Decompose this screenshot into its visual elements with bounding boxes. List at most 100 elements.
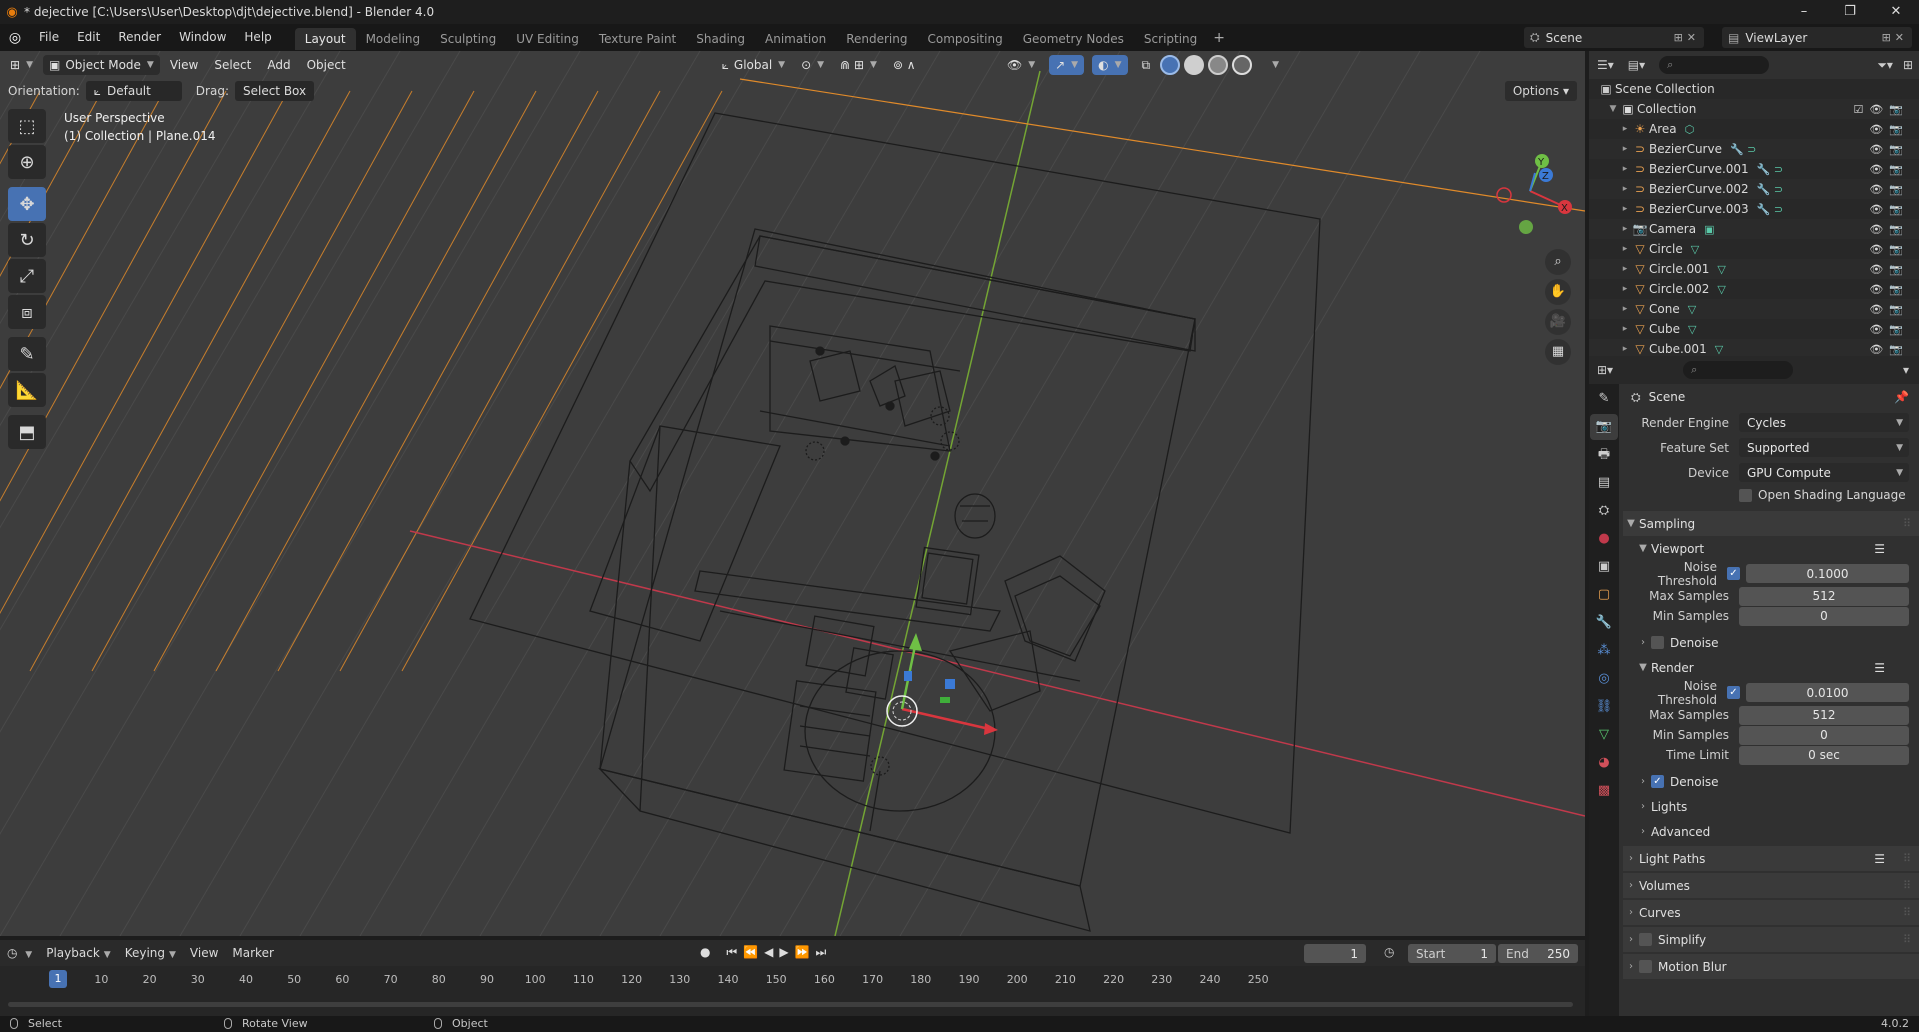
properties-search-input[interactable]: ⌕: [1683, 361, 1794, 379]
collapse-arrow-icon[interactable]: ▼: [1607, 104, 1619, 114]
texture-tab-icon[interactable]: ▩: [1590, 778, 1618, 804]
expand-arrow-icon[interactable]: ▸: [1619, 204, 1631, 214]
render-max-samples-field[interactable]: 512: [1739, 705, 1909, 725]
outliner-item[interactable]: ▸ ▽ Cone ▽ 👁📷: [1589, 299, 1919, 319]
workspace-tab-modeling[interactable]: Modeling: [356, 28, 431, 50]
motion-blur-panel-header[interactable]: › Motion Blur: [1623, 954, 1919, 979]
visibility-toggles[interactable]: 👁📷: [1869, 243, 1909, 256]
outliner-editor-icon[interactable]: ☰▾: [1597, 58, 1614, 72]
visibility-icon[interactable]: 👁 ▼: [1001, 55, 1041, 75]
modifier-tab-icon[interactable]: 🔧: [1590, 610, 1618, 636]
object-tab-icon[interactable]: ▢: [1590, 582, 1618, 608]
outliner-item[interactable]: ▸ ☀ Area ⬡ 👁📷: [1589, 119, 1919, 139]
3d-viewport[interactable]: X Y Z ⊞ ▼ ▣ Object Mode ▼ View Select Add…: [0, 51, 1585, 936]
add-cube-tool-icon[interactable]: ⬒: [8, 415, 46, 449]
motion-blur-checkbox[interactable]: [1639, 960, 1652, 973]
proportional-editing-icon[interactable]: ⊚ ∧: [887, 55, 922, 75]
render-min-samples-field[interactable]: 0: [1739, 725, 1909, 745]
playhead[interactable]: 1: [49, 970, 67, 988]
osl-checkbox[interactable]: [1739, 488, 1752, 502]
display-mode-icon[interactable]: ▤▾: [1628, 58, 1645, 72]
expand-arrow-icon[interactable]: ▸: [1619, 264, 1631, 274]
end-frame-field[interactable]: End 250: [1498, 944, 1578, 963]
properties-options-icon[interactable]: ▾: [1903, 363, 1909, 377]
workspace-tab-texture-paint[interactable]: Texture Paint: [589, 28, 686, 50]
transform-orientation-selector[interactable]: ⟀ Global ▼: [716, 55, 791, 75]
scene-collection-row[interactable]: ▣ Scene Collection: [1589, 79, 1919, 99]
render-subpanel-header[interactable]: ▼ Render ☰: [1623, 655, 1919, 680]
menu-marker[interactable]: Marker: [225, 946, 280, 960]
visibility-toggles[interactable]: 👁📷: [1869, 123, 1909, 136]
light-paths-drag-icon[interactable]: ⠿: [1903, 852, 1911, 865]
material-shading-icon[interactable]: [1208, 55, 1229, 75]
visibility-toggles[interactable]: 👁📷: [1869, 143, 1909, 156]
world-tab-icon[interactable]: ●: [1590, 526, 1618, 552]
current-frame-field[interactable]: 1: [1304, 944, 1366, 963]
menu-render[interactable]: Render: [109, 24, 170, 51]
next-keyframe-icon[interactable]: ⏩: [795, 945, 816, 959]
outliner-item[interactable]: ▸ ⊃ BezierCurve.001 🔧 ⊃ 👁📷: [1589, 159, 1919, 179]
workspace-tab-uv-editing[interactable]: UV Editing: [506, 28, 589, 50]
solid-shading-icon[interactable]: [1184, 55, 1205, 75]
menu-view[interactable]: View: [164, 55, 204, 75]
jump-start-icon[interactable]: ⏮: [726, 945, 743, 959]
collection-tab-icon[interactable]: ▣: [1590, 554, 1618, 580]
mesh-data-icon[interactable]: ▽: [1691, 243, 1699, 256]
auto-key-icon[interactable]: ●: [700, 945, 716, 959]
tool-tab-icon[interactable]: ✎: [1590, 386, 1618, 412]
visibility-toggles[interactable]: 👁📷: [1869, 323, 1909, 336]
scale-tool-icon[interactable]: ⤢: [8, 259, 46, 293]
expand-arrow-icon[interactable]: ▸: [1619, 284, 1631, 294]
wireframe-shading-icon[interactable]: [1160, 55, 1181, 75]
render-engine-dropdown[interactable]: Cycles ▼: [1739, 413, 1909, 432]
data-tab-icon[interactable]: ▽: [1590, 722, 1618, 748]
close-button[interactable]: ✕: [1873, 0, 1919, 24]
visibility-toggles[interactable]: 👁📷: [1869, 283, 1909, 296]
mesh-data-icon[interactable]: ▽: [1717, 283, 1725, 296]
device-dropdown[interactable]: GPU Compute ▼: [1739, 463, 1909, 482]
rotate-tool-icon[interactable]: ↻: [8, 223, 46, 257]
curves-drag-icon[interactable]: ⠿: [1903, 906, 1911, 919]
zoom-icon[interactable]: ⌕: [1545, 249, 1571, 275]
physics-tab-icon[interactable]: ◎: [1590, 666, 1618, 692]
blender-menu-icon[interactable]: ◎: [0, 30, 30, 46]
menu-help[interactable]: Help: [235, 24, 280, 51]
expand-arrow-icon[interactable]: ▸: [1619, 144, 1631, 154]
light-paths-panel-header[interactable]: › Light Paths ☰ ⠿: [1623, 846, 1919, 871]
workspace-tab-sculpting[interactable]: Sculpting: [430, 28, 506, 50]
editor-type-icon[interactable]: ⊞ ▼: [4, 55, 39, 75]
material-tab-icon[interactable]: ◕: [1590, 750, 1618, 776]
snap-icon[interactable]: ⋒ ⊞ ▼: [834, 55, 883, 75]
mesh-data-icon[interactable]: ▽: [1688, 323, 1696, 336]
curves-panel-header[interactable]: › Curves ⠿: [1623, 900, 1919, 925]
camera-view-icon[interactable]: 🎥: [1545, 309, 1571, 335]
outliner-item[interactable]: ▸ ▽ Circle ▽ 👁📷: [1589, 239, 1919, 259]
constraints-tab-icon[interactable]: ⛓: [1590, 694, 1618, 720]
expand-arrow-icon[interactable]: ▸: [1619, 324, 1631, 334]
menu-select[interactable]: Select: [208, 55, 257, 75]
outliner-search-input[interactable]: ⌕: [1659, 56, 1770, 74]
viewport-noise-threshold-field[interactable]: 0.1000: [1746, 564, 1909, 583]
render-tab-icon[interactable]: 📷: [1590, 414, 1618, 440]
rendered-shading-icon[interactable]: [1232, 55, 1253, 75]
properties-editor-icon[interactable]: ⊞▾: [1597, 363, 1613, 377]
feature-set-dropdown[interactable]: Supported ▼: [1739, 438, 1909, 457]
new-collection-icon[interactable]: ⊞: [1903, 58, 1913, 72]
pin-icon[interactable]: 📌: [1894, 390, 1909, 404]
menu-edit[interactable]: Edit: [68, 24, 109, 51]
expand-arrow-icon[interactable]: ▸: [1619, 124, 1631, 134]
expand-arrow-icon[interactable]: ▸: [1619, 304, 1631, 314]
ortho-grid-icon[interactable]: ▦: [1545, 339, 1571, 365]
jump-end-icon[interactable]: ⏭: [816, 945, 833, 959]
render-denoise-checkbox[interactable]: ✓: [1651, 775, 1664, 788]
render-presets-list-icon[interactable]: ☰: [1874, 661, 1885, 675]
particles-tab-icon[interactable]: ⁂: [1590, 638, 1618, 664]
mode-selector[interactable]: ▣ Object Mode ▼: [42, 55, 160, 75]
orientation-setting-dropdown[interactable]: ⟀ Default: [85, 81, 182, 101]
preview-range-icon[interactable]: ◷: [1384, 945, 1394, 959]
start-frame-field[interactable]: Start 1: [1408, 944, 1496, 963]
viewport-denoise-checkbox[interactable]: [1651, 636, 1664, 649]
outliner-item[interactable]: ▸ 📷 Camera ▣ 👁📷: [1589, 219, 1919, 239]
overlays-toggle-icon[interactable]: ◐ ▼: [1092, 55, 1128, 75]
sampling-panel-header[interactable]: ▼ Sampling ⠿: [1623, 511, 1919, 536]
